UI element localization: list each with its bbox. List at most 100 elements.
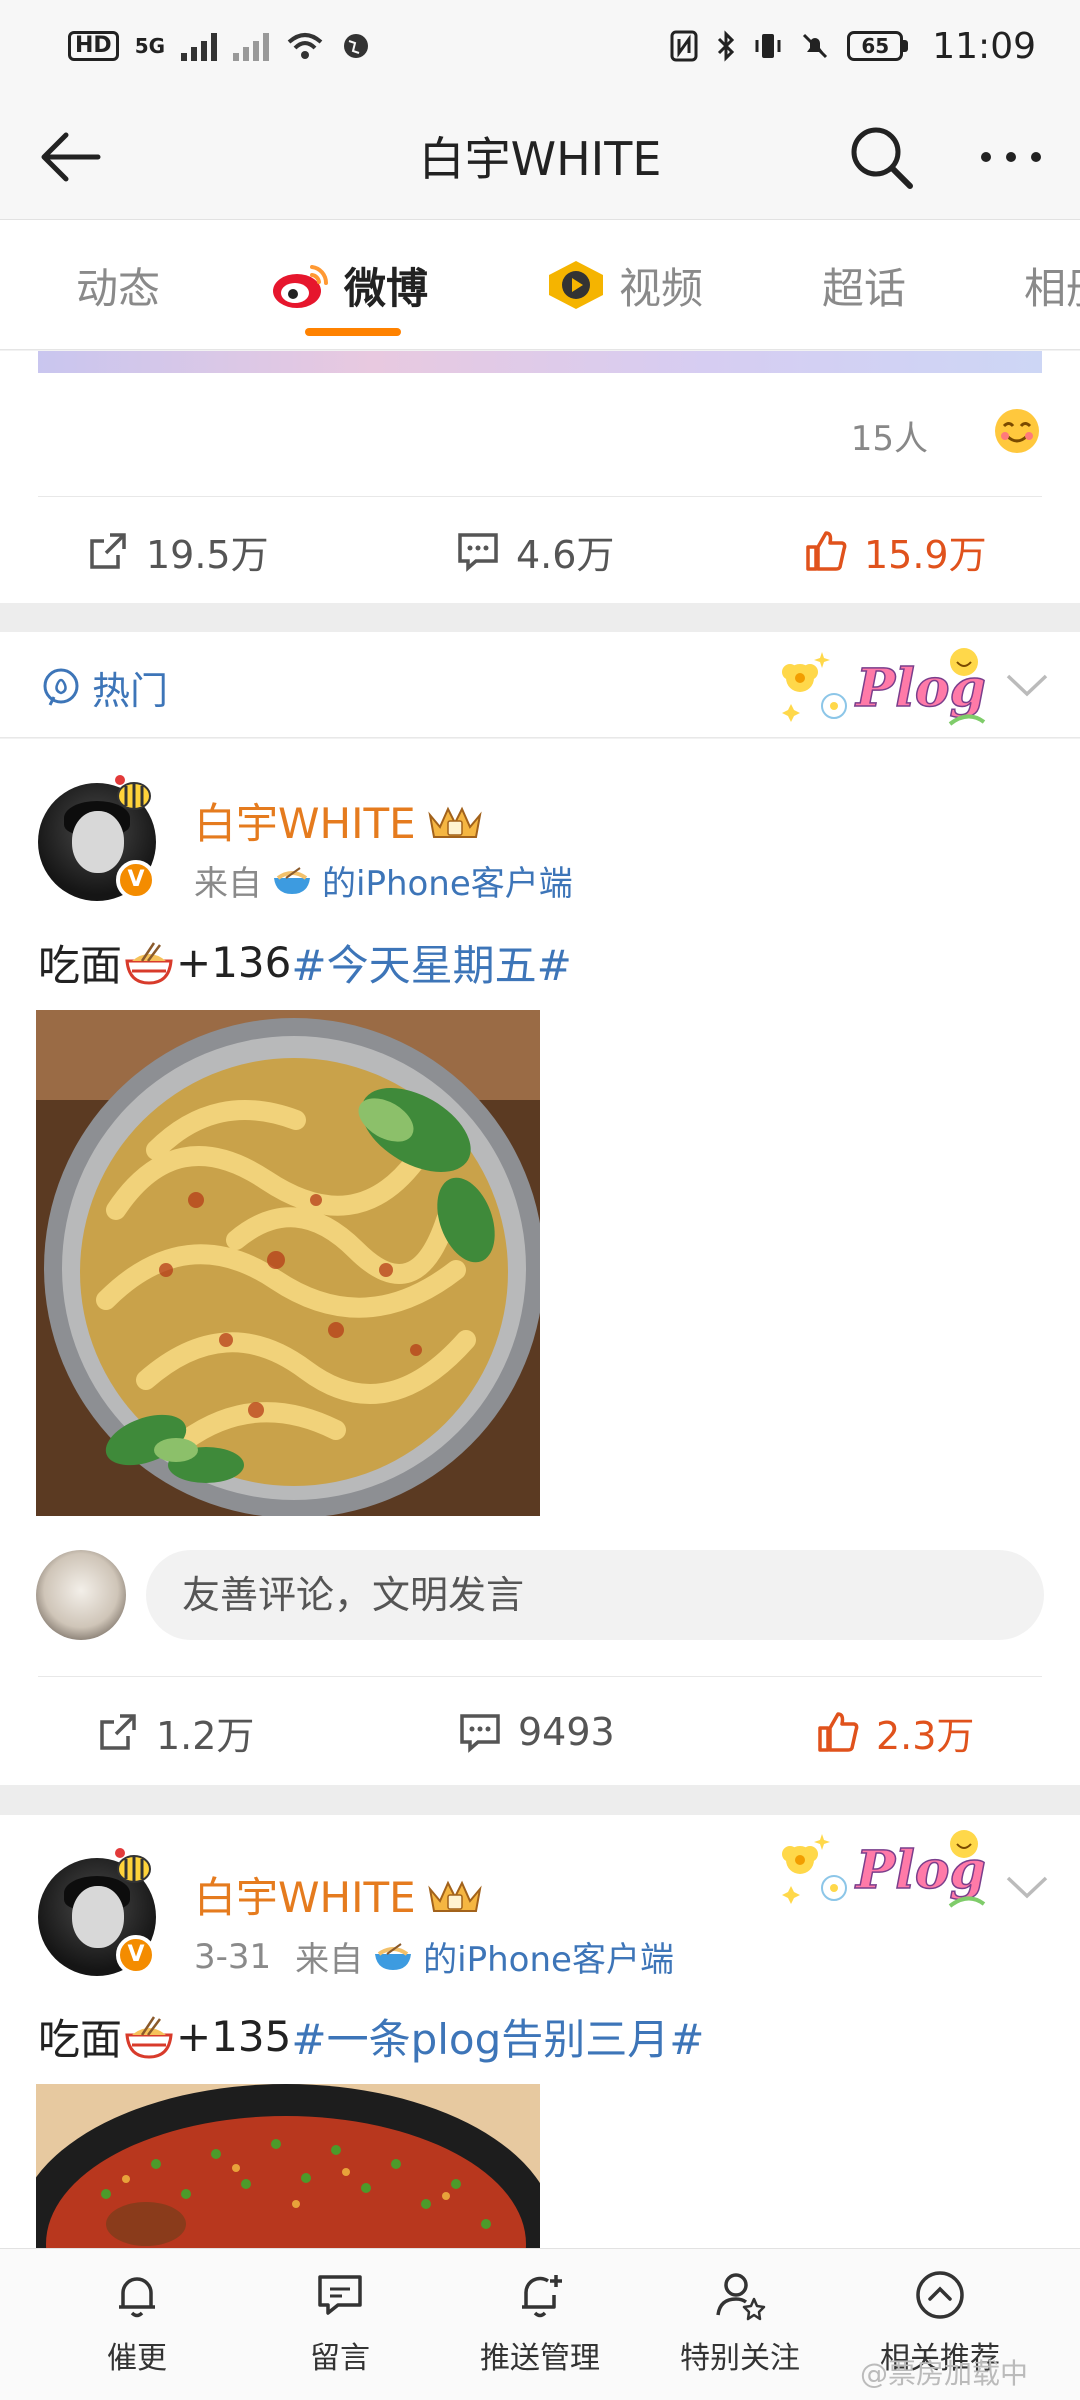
noodle-emoji-icon	[125, 2015, 173, 2059]
bottom-item-label: 推送管理	[480, 2341, 600, 2376]
previous-post-actions: 19.5万 4.6万 15.9万	[0, 501, 1080, 601]
like-button[interactable]: 2.3万	[816, 1705, 974, 1760]
source-client-link[interactable]: 的iPhone客户端	[322, 856, 573, 905]
avatar-pendant-icon	[115, 775, 151, 810]
love-emoji-icon	[995, 409, 1039, 453]
chevron-down-icon[interactable]	[1004, 670, 1050, 700]
previous-post-image-edge	[38, 351, 1042, 373]
post-meta: 来自 的iPhone客户端	[194, 856, 573, 905]
reactions-count: 15人	[850, 419, 928, 459]
vip-crown-icon	[428, 1880, 482, 1912]
title-bar: 白宇WHITE	[0, 92, 1080, 220]
comment-button[interactable]: 9493	[458, 1710, 615, 1754]
source-prefix: 来自	[295, 1940, 364, 1980]
vibrate-icon	[755, 34, 781, 58]
hashtag-link[interactable]: #一条plog告别三月#	[291, 2006, 704, 2067]
comment-count: 4.6万	[516, 532, 615, 577]
bowl-emoji-icon	[375, 1942, 412, 1970]
divider	[38, 1676, 1042, 1677]
repost-count: 1.2万	[156, 1713, 255, 1758]
chevron-down-icon[interactable]	[1004, 1872, 1050, 1902]
tab-album[interactable]: 相册	[1024, 220, 1080, 349]
bell-plus-icon	[522, 2275, 562, 2318]
comment-icon	[458, 533, 498, 572]
post-text: 吃面 +135 #一条plog告别三月#	[38, 2006, 704, 2067]
search-icon[interactable]	[846, 122, 916, 192]
post-text: 吃面 +136 #今天星期五#	[38, 932, 572, 993]
back-arrow-icon[interactable]	[36, 122, 106, 192]
section-gap	[0, 1785, 1080, 1815]
bottom-item-label: 催更	[107, 2341, 167, 2376]
nfc-icon	[670, 30, 698, 62]
bowl-emoji-icon	[274, 866, 310, 894]
tab-label: 视频	[619, 263, 704, 313]
post-date: 3-31	[194, 1936, 272, 1977]
avatar-pendant-icon	[115, 1848, 151, 1883]
noodle-emoji-icon	[125, 941, 173, 985]
active-tab-indicator	[305, 328, 401, 336]
section-gap	[0, 603, 1080, 632]
current-user-avatar	[36, 1550, 126, 1640]
previous-post-footer: 15人 19.5万 4.6万 15.9万	[0, 351, 1080, 603]
bell-icon	[119, 2277, 155, 2318]
comment-icon	[460, 1714, 500, 1753]
bluetooth-icon	[718, 30, 735, 62]
status-bar: HD 5G 65 11:09	[0, 0, 1080, 92]
clock: 11:09	[932, 25, 1036, 67]
post-image-noodles[interactable]	[36, 1010, 540, 1516]
repost-icon	[100, 1714, 136, 1750]
user-star-icon	[716, 2273, 766, 2321]
mute-icon	[803, 33, 828, 59]
page-title: 白宇WHITE	[418, 131, 662, 186]
username[interactable]: 白宇WHITE	[194, 1864, 484, 1925]
video-logo-icon	[549, 261, 603, 309]
repost-count: 19.5万	[146, 532, 269, 577]
tab-label: 微博	[344, 263, 429, 313]
vip-crown-icon	[428, 806, 482, 838]
username-text: 白宇WHITE	[194, 799, 416, 848]
post-text-count: +135	[176, 2012, 292, 2061]
hot-label: 热门	[92, 669, 169, 713]
source-client-link[interactable]: 的iPhone客户端	[423, 1932, 674, 1981]
tab-chaohua[interactable]: 超话	[822, 220, 907, 349]
divider	[38, 496, 1042, 497]
comment-input-row: 友善评论，文明发言	[0, 1540, 1080, 1660]
source-prefix: 来自	[194, 864, 262, 904]
tab-label: 超话	[822, 263, 907, 313]
post-text-count: +136	[176, 938, 292, 987]
like-button[interactable]: 15.9万	[804, 524, 987, 579]
tab-dongtai[interactable]: 动态	[76, 220, 161, 349]
repost-icon	[90, 533, 126, 569]
username-text: 白宇WHITE	[194, 1873, 416, 1922]
plog-sticker: Plog	[782, 648, 987, 726]
plog-sticker: Plog	[782, 1830, 987, 1908]
message-icon	[318, 2275, 362, 2315]
thumbs-up-icon	[818, 1712, 859, 1752]
more-options-icon[interactable]	[976, 122, 1046, 192]
hot-filter[interactable]: 热门	[40, 660, 168, 715]
network-type: 5G	[134, 34, 166, 58]
comment-button[interactable]: 4.6万	[456, 524, 614, 579]
weibo-logo-icon	[273, 265, 329, 308]
bottom-item-cuigeng[interactable]: 催更	[52, 2259, 222, 2377]
profile-tabs: 动态 微博 视频 超话 相册	[0, 220, 1080, 350]
bottom-item-special-follow[interactable]: 特别关注	[655, 2259, 825, 2377]
bottom-item-push-settings[interactable]: 推送管理	[455, 2259, 625, 2377]
arrow-up-circle-icon	[916, 2271, 964, 2319]
comment-input[interactable]: 友善评论，文明发言	[146, 1550, 1044, 1640]
post-text-main: 吃面	[38, 941, 123, 990]
thumbs-up-icon	[806, 531, 847, 571]
hashtag-link[interactable]: #今天星期五#	[291, 932, 571, 993]
tab-video[interactable]: 视频	[545, 220, 704, 349]
bottom-item-message[interactable]: 留言	[255, 2259, 425, 2377]
repost-button[interactable]: 19.5万	[86, 524, 269, 579]
username[interactable]: 白宇WHITE	[194, 790, 484, 851]
repost-button[interactable]: 1.2万	[96, 1705, 254, 1760]
post-image-noodle-soup[interactable]	[36, 2084, 540, 2248]
post-text-main: 吃面	[38, 2015, 123, 2064]
like-count: 15.9万	[864, 532, 987, 577]
watermark: @票房加载中	[860, 2357, 1029, 2390]
verified-badge: V	[116, 1935, 156, 1975]
tab-label: 相册	[1024, 263, 1080, 313]
tab-label: 动态	[76, 263, 161, 313]
